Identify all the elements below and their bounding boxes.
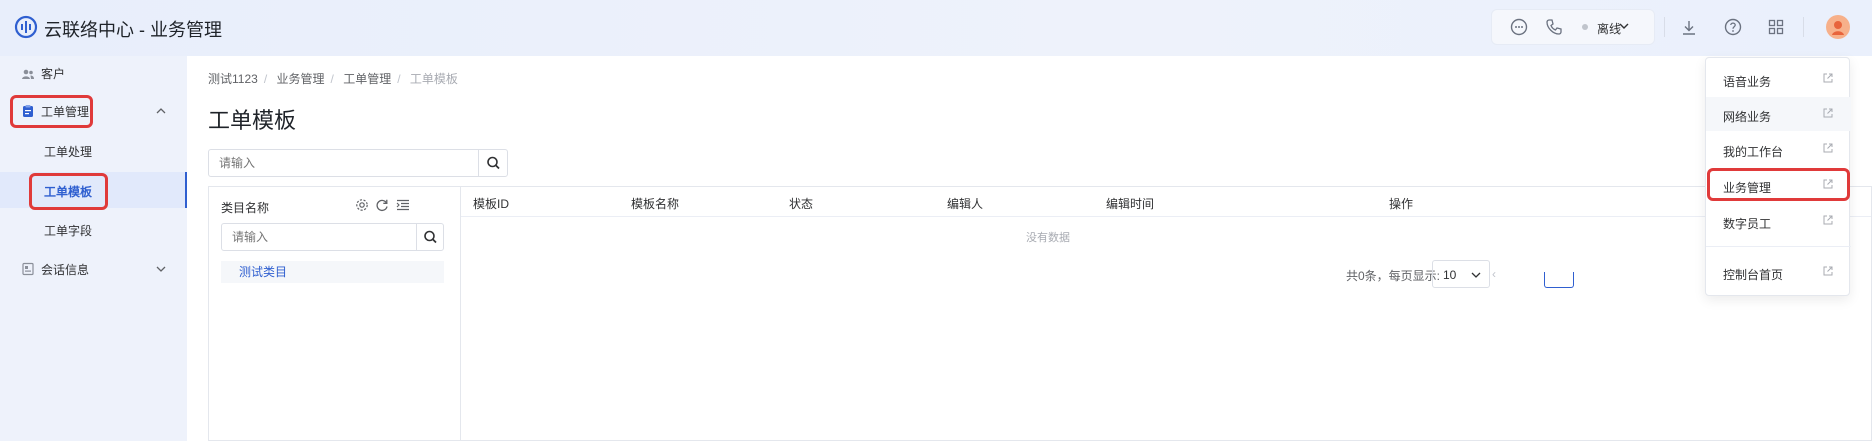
category-search-input[interactable]	[222, 224, 412, 250]
external-link-icon	[1823, 108, 1833, 118]
sidebar-item-customers[interactable]: 客户	[0, 56, 187, 92]
users-icon	[22, 69, 34, 79]
column-header: 编辑时间	[1106, 197, 1155, 211]
refresh-icon[interactable]	[374, 197, 390, 213]
chevron-up-icon[interactable]	[154, 104, 168, 118]
header-divider	[1803, 17, 1804, 37]
page-title: 工单模板	[208, 108, 297, 133]
menu-item-digital-employee[interactable]: 数字员工	[1706, 204, 1851, 238]
category-search-button[interactable]	[416, 224, 443, 250]
chat-icon[interactable]	[1509, 17, 1529, 37]
menu-item-label: 网络业务	[1723, 110, 1772, 124]
chevron-down-icon[interactable]	[154, 262, 168, 276]
top-header: 云联络中心 - 业务管理 离线	[0, 0, 1872, 56]
template-search	[208, 149, 508, 177]
avatar[interactable]	[1826, 15, 1850, 39]
menu-item-label: 我的工作台	[1723, 145, 1784, 159]
main-panel: 测试1123/ 业务管理/ 工单管理/ 工单模板 工单模板 类目名称	[187, 56, 1872, 441]
column-header: 操作	[1389, 197, 1414, 211]
category-tree-node[interactable]: 测试类目	[221, 261, 444, 283]
sidebar-item-ticket-handling[interactable]: 工单处理	[0, 133, 187, 169]
menu-item-label: 控制台首页	[1723, 268, 1784, 282]
column-header: 编辑人	[947, 197, 984, 211]
breadcrumb-item-current: 工单模板	[409, 72, 458, 86]
template-table: 模板ID 模板名称 状态 编辑人 编辑时间 操作 没有数据 共0条，每页显示: …	[460, 186, 1872, 441]
highlight-box	[1707, 168, 1850, 201]
breadcrumb-item[interactable]: 业务管理	[277, 72, 325, 86]
page-size-select[interactable]: 10	[1432, 260, 1490, 288]
search-input[interactable]	[209, 150, 479, 176]
sidebar-item-label: 会话信息	[41, 263, 90, 277]
column-header: 模板名称	[631, 197, 680, 211]
category-panel-title: 类目名称	[221, 201, 270, 215]
breadcrumb: 测试1123/ 业务管理 / 工单管理 / 工单模板	[208, 72, 458, 86]
external-link-icon	[1823, 73, 1833, 83]
sidebar-item-ticket-fields[interactable]: 工单字段	[0, 211, 187, 247]
menu-item-console-home[interactable]: 控制台首页	[1706, 255, 1851, 289]
phone-icon[interactable]	[1544, 17, 1564, 37]
external-link-icon	[1823, 143, 1833, 153]
external-link-icon	[1823, 266, 1833, 276]
search-button[interactable]	[478, 150, 507, 176]
current-page-button[interactable]	[1544, 272, 1574, 288]
external-link-icon	[1823, 215, 1833, 225]
chevron-down-icon[interactable]	[1617, 19, 1631, 33]
search-icon	[424, 230, 437, 244]
download-icon[interactable]	[1679, 18, 1699, 38]
logo-icon	[14, 15, 38, 39]
menu-item-my-workbench[interactable]: 我的工作台	[1706, 132, 1851, 166]
pagination-total: 共0条，每页显示:	[1346, 269, 1441, 283]
status-dot	[1582, 24, 1588, 30]
menu-item-network-business[interactable]: 网络业务	[1706, 97, 1851, 131]
avatar-icon	[1832, 21, 1844, 35]
sidebar-item-label: 工单字段	[44, 224, 93, 238]
list-indent-icon[interactable]	[395, 197, 411, 213]
chevron-down-icon	[1471, 272, 1481, 278]
help-icon[interactable]	[1723, 17, 1743, 37]
category-panel: 类目名称 测试类目	[208, 186, 460, 441]
sidebar-item-session-info[interactable]: 会话信息	[0, 251, 187, 287]
chat-record-icon	[22, 262, 34, 276]
empty-state-text: 没有数据	[1026, 232, 1070, 244]
breadcrumb-item[interactable]: 测试1123	[208, 72, 258, 86]
page-size-value: 10	[1443, 268, 1457, 282]
header-divider	[1664, 17, 1665, 37]
highlight-box	[29, 173, 108, 210]
highlight-box	[10, 95, 93, 128]
menu-item-label: 数字员工	[1723, 217, 1772, 231]
column-header: 模板ID	[473, 197, 510, 211]
sidebar-item-label: 工单处理	[44, 145, 93, 159]
sidebar-item-label: 客户	[41, 67, 66, 81]
settings-icon[interactable]	[354, 197, 370, 213]
menu-item-label: 语音业务	[1723, 75, 1772, 89]
apps-grid-icon[interactable]	[1766, 17, 1786, 37]
menu-divider	[1706, 246, 1851, 247]
category-search	[221, 223, 444, 251]
search-icon	[487, 156, 500, 170]
breadcrumb-item[interactable]: 工单管理	[343, 72, 391, 86]
menu-item-voice-business[interactable]: 语音业务	[1706, 62, 1851, 96]
column-header: 状态	[789, 197, 814, 211]
table-header: 模板ID 模板名称 状态 编辑人 编辑时间 操作	[461, 187, 1871, 217]
prev-page-button[interactable]: ‹	[1492, 267, 1496, 281]
app-title: 云联络中心 - 业务管理	[44, 20, 222, 40]
